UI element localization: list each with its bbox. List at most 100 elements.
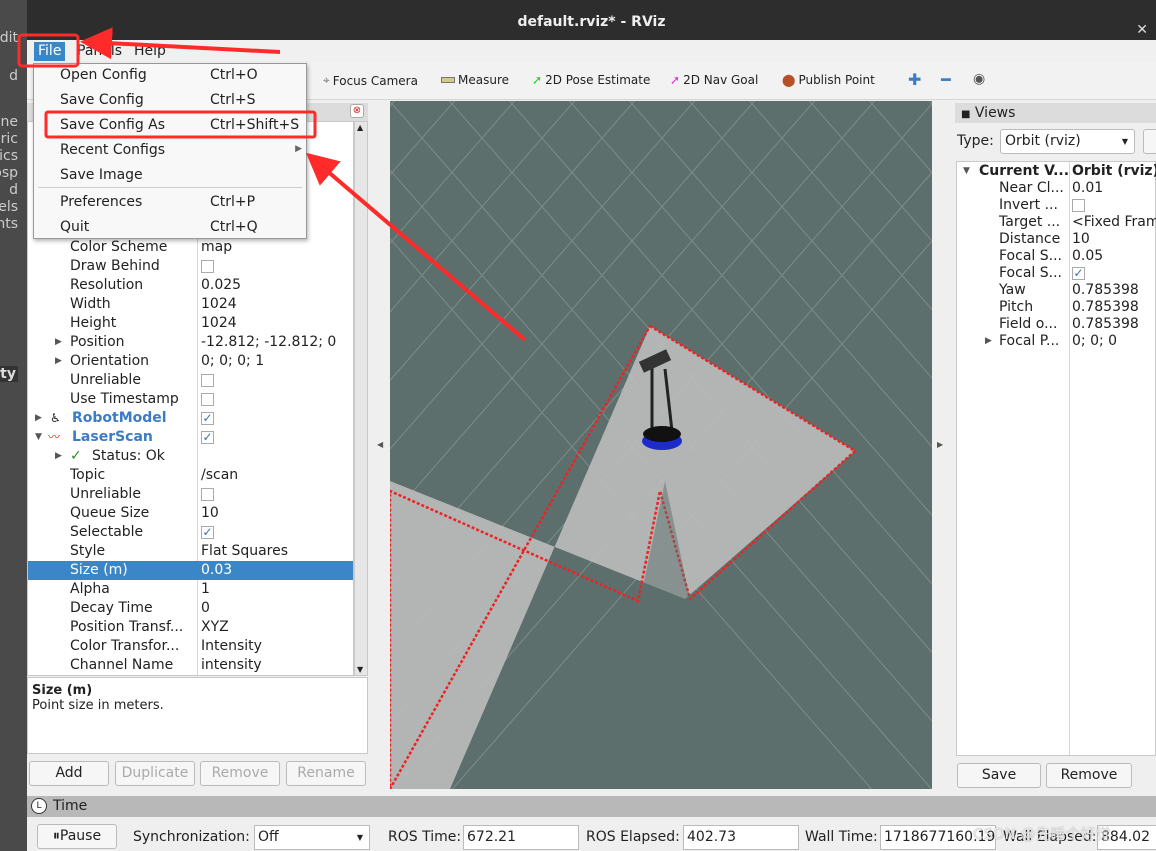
expand-icon[interactable]: ▼ xyxy=(963,163,970,180)
property-value[interactable]: 0.05 xyxy=(1072,248,1103,265)
property-value[interactable]: 1024 xyxy=(201,295,237,314)
property-value[interactable]: 1024 xyxy=(201,314,237,333)
views-save-button[interactable]: Save xyxy=(957,763,1041,788)
expand-icon[interactable]: ▼ xyxy=(35,428,42,447)
zero-button[interactable] xyxy=(1143,129,1156,154)
tree-row[interactable]: ▶ ✓ Status: Ok xyxy=(28,447,353,466)
property-value[interactable]: intensity xyxy=(201,656,262,675)
views-row[interactable]: Yaw 0.785398 xyxy=(957,282,1155,299)
eye-icon[interactable]: ◉ xyxy=(973,71,985,87)
publish-point-tool[interactable]: ⬤ Publish Point xyxy=(782,73,875,87)
menu-item-save-config[interactable]: Save Config xyxy=(60,90,144,110)
tree-row[interactable]: Height 1024 xyxy=(28,314,353,333)
collapse-right-icon[interactable]: ▶ xyxy=(937,440,943,449)
sync-select[interactable]: Off ▼ xyxy=(254,825,370,850)
property-value[interactable]: 0.01 xyxy=(1072,180,1103,197)
property-value[interactable]: <Fixed Frame> xyxy=(1072,214,1156,231)
property-value[interactable]: 0; 0; 0; 1 xyxy=(201,352,264,371)
rename-button[interactable]: Rename xyxy=(286,761,366,786)
views-row[interactable]: Focal S... ✓ xyxy=(957,265,1155,282)
checkbox[interactable]: ✓ xyxy=(201,428,214,447)
ros-elapsed-field[interactable]: 402.73 xyxy=(683,825,799,850)
checkbox[interactable] xyxy=(201,485,214,504)
property-value[interactable]: /scan xyxy=(201,466,238,485)
property-value[interactable]: map xyxy=(201,238,232,257)
add-tool-icon[interactable]: ✚ xyxy=(908,70,921,89)
remove-button[interactable]: Remove xyxy=(200,761,280,786)
tree-row[interactable]: ▶ Orientation 0; 0; 0; 1 xyxy=(28,352,353,371)
checkbox[interactable] xyxy=(201,371,214,390)
checkbox[interactable]: ✓ xyxy=(201,409,214,428)
property-value[interactable]: 0.025 xyxy=(201,276,241,295)
expand-icon[interactable]: ▶ xyxy=(55,447,62,466)
views-row[interactable]: Distance 10 xyxy=(957,231,1155,248)
property-value[interactable]: 1 xyxy=(201,580,210,599)
close-panel-icon[interactable]: ⊗ xyxy=(350,104,364,118)
3d-viewport[interactable] xyxy=(390,101,932,789)
property-value[interactable]: -12.812; -12.812; 0 xyxy=(201,333,336,352)
nav-goal-tool[interactable]: ➚ 2D Nav Goal xyxy=(670,73,758,87)
views-row[interactable]: Target ... <Fixed Frame> xyxy=(957,214,1156,231)
tree-row[interactable]: Style Flat Squares xyxy=(28,542,353,561)
tree-row[interactable]: Size (m) 0.03 xyxy=(28,561,353,580)
tree-row[interactable]: Topic/scan xyxy=(28,466,353,485)
checkbox[interactable]: ✓ xyxy=(201,523,214,542)
tree-row[interactable]: Unreliable xyxy=(28,485,353,504)
menu-item-save-image[interactable]: Save Image xyxy=(60,165,143,185)
views-row[interactable]: Focal S... 0.05 xyxy=(957,248,1155,265)
checkbox[interactable]: ✓ xyxy=(1072,265,1085,282)
tree-row[interactable]: Draw Behind xyxy=(28,257,353,276)
tree-row[interactable]: ▶ ♿ RobotModel ✓ xyxy=(28,409,353,428)
views-row[interactable]: ▶ Focal P... 0; 0; 0 xyxy=(957,333,1155,350)
property-value[interactable]: Orbit (rviz) xyxy=(1072,163,1156,180)
menu-item-preferences[interactable]: Preferences xyxy=(60,192,142,212)
checkbox[interactable] xyxy=(201,257,214,276)
menu-item-recent-configs[interactable]: Recent Configs xyxy=(60,140,165,160)
expand-icon[interactable]: ▶ xyxy=(985,333,992,350)
ros-time-field[interactable]: 672.21 xyxy=(463,825,579,850)
pose-estimate-tool[interactable]: ➚ 2D Pose Estimate xyxy=(532,73,650,87)
scrollbar[interactable]: ▲ ▼ xyxy=(354,121,368,676)
tree-row[interactable]: Decay Time 0 xyxy=(28,599,353,618)
menu-item-open-config[interactable]: Open Config xyxy=(60,65,147,85)
property-value[interactable]: 0; 0; 0 xyxy=(1072,333,1117,350)
property-value[interactable]: Intensity xyxy=(201,637,262,656)
checkbox[interactable] xyxy=(201,390,214,409)
expand-icon[interactable]: ▶ xyxy=(35,409,42,428)
tree-row[interactable]: ▶ Position -12.812; -12.812; 0 xyxy=(28,333,353,352)
expand-icon[interactable]: ▶ xyxy=(55,333,62,352)
views-row[interactable]: Pitch 0.785398 xyxy=(957,299,1155,316)
tree-row[interactable]: Queue Size 10 xyxy=(28,504,353,523)
property-value[interactable]: 0 xyxy=(201,599,210,618)
tree-row[interactable]: Use Timestamp xyxy=(28,390,353,409)
tree-row[interactable]: Width 1024 xyxy=(28,295,353,314)
menu-help[interactable]: Help xyxy=(130,42,170,61)
tree-row[interactable]: ▼ 〰 LaserScan ✓ xyxy=(28,428,353,447)
tree-row[interactable]: Resolution 0.025 xyxy=(28,276,353,295)
property-value[interactable]: 0.785398 xyxy=(1072,282,1139,299)
checkbox[interactable] xyxy=(1072,197,1085,214)
tree-row[interactable]: Channel Name intensity xyxy=(28,656,353,675)
property-value[interactable]: XYZ xyxy=(201,618,229,637)
menu-item-save-config-as[interactable]: Save Config As xyxy=(60,115,165,135)
tree-row[interactable]: Position Transf... XYZ xyxy=(28,618,353,637)
view-type-select[interactable]: Orbit (rviz) ▼ xyxy=(1000,129,1135,154)
pause-button[interactable]: ⏸Pause xyxy=(37,824,117,849)
views-row[interactable]: ▼ Current V... Orbit (rviz) xyxy=(957,163,1156,180)
expand-icon[interactable]: ▶ xyxy=(55,352,62,371)
views-row[interactable]: Invert ... xyxy=(957,197,1155,214)
tree-row[interactable]: Selectable ✓ xyxy=(28,523,353,542)
property-value[interactable]: Flat Squares xyxy=(201,542,288,561)
add-button[interactable]: Add xyxy=(29,761,109,786)
property-value[interactable]: 0.03 xyxy=(201,561,232,580)
tree-row[interactable]: Alpha 1 xyxy=(28,580,353,599)
property-value[interactable]: 10 xyxy=(1072,231,1090,248)
property-value[interactable]: 0.785398 xyxy=(1072,316,1139,333)
tree-row[interactable]: Unreliable xyxy=(28,371,353,390)
measure-tool[interactable]: Measure xyxy=(441,73,509,87)
tree-row[interactable]: Color Scheme map xyxy=(28,238,353,257)
menu-panels[interactable]: Panels xyxy=(73,42,126,61)
views-row[interactable]: Near Cl... 0.01 xyxy=(957,180,1155,197)
property-value[interactable]: 0.785398 xyxy=(1072,299,1139,316)
focus-camera-tool[interactable]: ⌖ Focus Camera xyxy=(323,73,418,88)
